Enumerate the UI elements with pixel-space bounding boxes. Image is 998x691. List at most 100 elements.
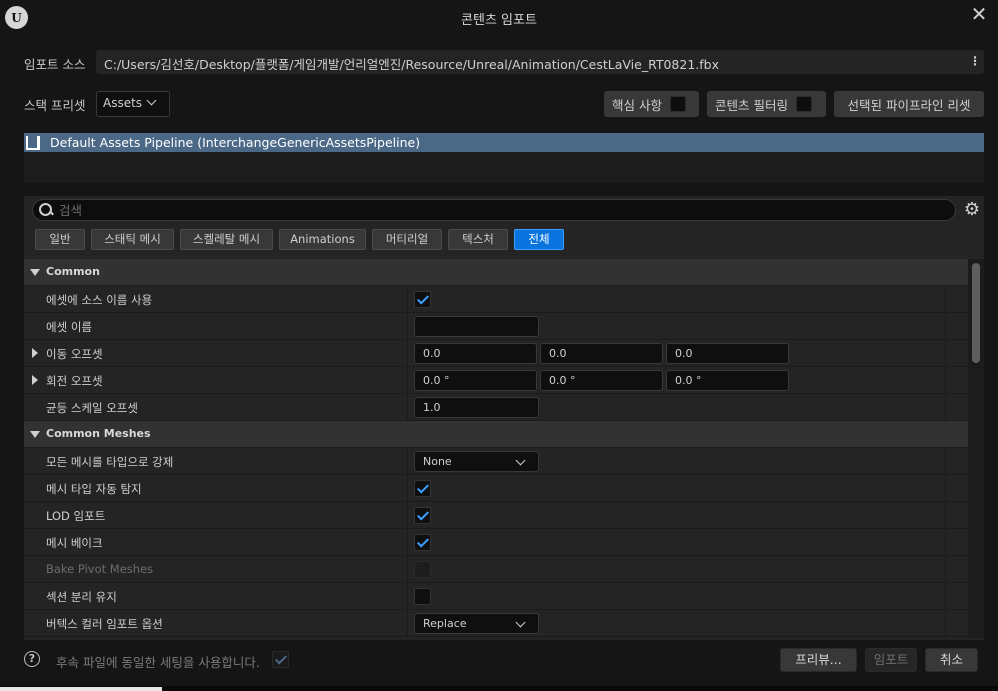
- property-row: 모든 메시를 타입으로 강제 None: [24, 448, 968, 475]
- property-label: 이동 오프셋: [46, 347, 103, 361]
- column-divider: [945, 556, 946, 583]
- property-label: 회전 오프셋: [46, 374, 103, 388]
- column-divider: [407, 529, 408, 556]
- chevron-down-icon: [515, 617, 526, 628]
- import-lods-checkbox[interactable]: [414, 507, 431, 524]
- use-same-settings-checkbox: [272, 651, 289, 668]
- search-icon: [39, 203, 53, 217]
- property-label: LOD 임포트: [46, 509, 106, 523]
- vertex-color-import-dropdown[interactable]: Replace: [414, 613, 539, 634]
- rotation-x-field[interactable]: 0.0 °: [414, 370, 537, 391]
- import-source-label: 임포트 소스: [24, 57, 86, 72]
- reset-pipeline-button[interactable]: 선택된 파이프라인 리셋: [834, 91, 984, 117]
- category-common-meshes[interactable]: Common Meshes: [24, 421, 968, 448]
- property-row: 버텍스 컬러 임포트 옵션 Replace: [24, 610, 968, 637]
- gear-icon[interactable]: ⚙: [962, 200, 982, 220]
- chevron-down-icon: [515, 455, 526, 466]
- translation-x-field[interactable]: 0.0: [414, 343, 537, 364]
- column-divider: [407, 475, 408, 502]
- reset-pipeline-label: 선택된 파이프라인 리셋: [847, 97, 971, 113]
- tab-textures[interactable]: 텍스처: [448, 229, 508, 250]
- search-input[interactable]: [59, 202, 939, 218]
- property-row: 이동 오프셋 0.0 0.0 0.0: [24, 340, 968, 367]
- bake-meshes-checkbox[interactable]: [414, 534, 431, 551]
- column-divider: [407, 556, 408, 583]
- window-title: 콘텐츠 임포트: [461, 13, 537, 28]
- column-divider: [407, 502, 408, 529]
- uniform-scale-field[interactable]: 1.0: [414, 397, 539, 418]
- property-row: 균등 스케일 오프셋 1.0: [24, 394, 968, 421]
- tab-all[interactable]: 전체: [514, 229, 564, 250]
- collapse-arrow-icon[interactable]: [30, 269, 40, 276]
- column-divider: [945, 502, 946, 529]
- use-same-settings-label: 후속 파일에 동일한 세팅을 사용합니다.: [56, 655, 260, 670]
- content-filter-box[interactable]: [795, 96, 812, 112]
- pipeline-label: Default Assets Pipeline (InterchangeGene…: [50, 135, 421, 150]
- close-icon[interactable]: ✕: [968, 4, 990, 26]
- content-filter-label: 콘텐츠 필터링: [715, 97, 788, 113]
- force-mesh-type-dropdown[interactable]: None: [414, 451, 539, 472]
- column-divider: [407, 448, 408, 475]
- content-filter-toggle-button[interactable]: 콘텐츠 필터링: [707, 91, 826, 117]
- category-common[interactable]: Common: [24, 259, 968, 286]
- tab-materials[interactable]: 머티리얼: [372, 229, 442, 250]
- import-source-path[interactable]: C:/Users/김선호/Desktop/플랫폼/게임개발/언리얼엔진/Reso…: [96, 50, 984, 74]
- property-row: 메시 타입 자동 탐지: [24, 475, 968, 502]
- tab-general[interactable]: 일반: [35, 229, 85, 250]
- rotation-z-field[interactable]: 0.0 °: [666, 370, 789, 391]
- tab-skeletal-mesh[interactable]: 스켈레탈 메시: [180, 229, 273, 250]
- source-menu-icon[interactable]: ⋮: [966, 50, 984, 74]
- rotation-y-field[interactable]: 0.0 °: [540, 370, 663, 391]
- column-divider: [945, 448, 946, 475]
- column-divider: [407, 286, 408, 313]
- help-icon[interactable]: ?: [24, 651, 40, 667]
- property-label: 메시 타입 자동 탐지: [46, 482, 142, 496]
- property-row: 회전 오프셋 0.0 ° 0.0 ° 0.0 °: [24, 367, 968, 394]
- property-label: Bake Pivot Meshes: [46, 562, 154, 576]
- property-label: 에셋에 소스 이름 사용: [46, 293, 153, 307]
- core-toggle-label: 핵심 사항: [612, 97, 662, 113]
- core-toggle-box[interactable]: [669, 96, 686, 112]
- column-divider: [945, 583, 946, 610]
- column-divider: [407, 610, 408, 637]
- expand-arrow-icon[interactable]: [32, 348, 38, 358]
- collapse-arrow-icon[interactable]: [30, 431, 40, 438]
- column-divider: [945, 367, 946, 394]
- stack-preset-dropdown[interactable]: Assets: [96, 91, 170, 117]
- taskbar-highlight: [0, 687, 162, 691]
- property-row: LOD 임포트: [24, 502, 968, 529]
- cancel-button[interactable]: 취소: [925, 648, 978, 672]
- dropdown-value: None: [423, 455, 452, 468]
- property-grid: Common 에셋에 소스 이름 사용 에셋 이름 이동 오프셋 0.0 0.0…: [24, 259, 968, 638]
- column-divider: [945, 610, 946, 637]
- pipeline-icon: [26, 135, 40, 150]
- pipeline-item[interactable]: Default Assets Pipeline (InterchangeGene…: [24, 133, 984, 152]
- property-row: Bake Pivot Meshes: [24, 556, 968, 583]
- tab-static-mesh[interactable]: 스태틱 메시: [91, 229, 174, 250]
- translation-z-field[interactable]: 0.0: [666, 343, 789, 364]
- preview-button[interactable]: 프리뷰...: [780, 648, 857, 672]
- asset-name-field[interactable]: [414, 316, 539, 337]
- search-box[interactable]: [32, 199, 956, 221]
- column-divider: [945, 313, 946, 340]
- expand-arrow-icon[interactable]: [32, 375, 38, 385]
- column-divider: [945, 529, 946, 556]
- core-toggle-button[interactable]: 핵심 사항: [604, 91, 699, 117]
- keep-sections-separate-checkbox[interactable]: [414, 588, 431, 605]
- column-divider: [407, 583, 408, 610]
- auto-detect-mesh-type-checkbox[interactable]: [414, 480, 431, 497]
- category-title: Common: [46, 265, 100, 278]
- tab-animations[interactable]: Animations: [279, 229, 366, 250]
- property-row: 메시 베이크: [24, 529, 968, 556]
- use-source-name-checkbox[interactable]: [414, 291, 431, 308]
- property-row: 섹션 분리 유지: [24, 583, 968, 610]
- column-divider: [407, 313, 408, 340]
- bake-pivot-meshes-checkbox: [414, 561, 431, 578]
- scrollbar-thumb[interactable]: [972, 263, 980, 363]
- stack-preset-label: 스택 프리셋: [24, 98, 86, 113]
- translation-y-field[interactable]: 0.0: [540, 343, 663, 364]
- column-divider: [407, 340, 408, 367]
- chevron-down-icon: [146, 95, 157, 106]
- import-button[interactable]: 임포트: [865, 648, 917, 672]
- dropdown-value: Replace: [423, 617, 467, 630]
